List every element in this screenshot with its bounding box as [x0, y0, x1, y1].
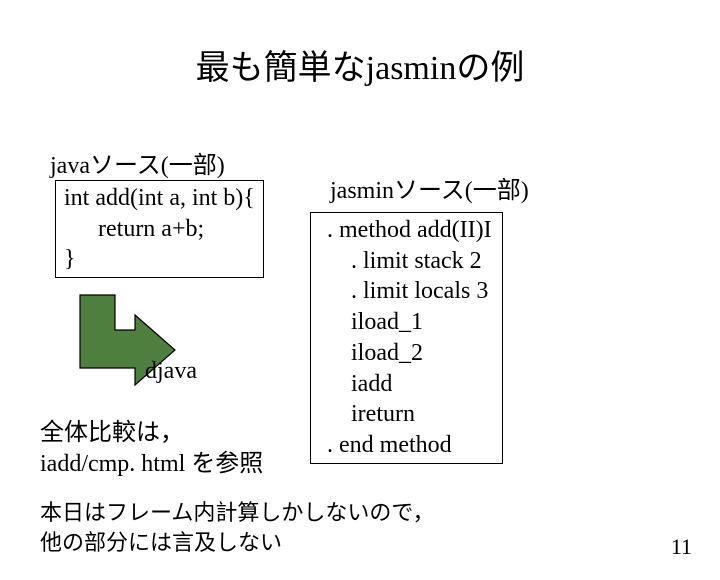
jasmin-source-label: jasminソース(一部) [330, 170, 529, 205]
jasmin-line-8: . end method [321, 430, 492, 461]
jasmin-line-3: . limit locals 3 [321, 276, 492, 307]
java-source-box: int add(int a, int b){ return a+b; } [55, 180, 264, 278]
djava-label: djava [145, 358, 197, 385]
slide-title: 最も簡単なjasminの例 [0, 40, 720, 89]
jasmin-line-2: . limit stack 2 [321, 246, 492, 277]
jasmin-line-1: . method add(II)I [321, 215, 492, 246]
jasmin-line-7: ireturn [321, 399, 492, 430]
page-number: 11 [671, 534, 692, 560]
jasmin-source-box: . method add(II)I . limit stack 2 . limi… [310, 212, 503, 464]
reference-line-2: iadd/cmp. html を参照 [40, 451, 263, 477]
reference-note: 全体比較は， iadd/cmp. html を参照 [40, 418, 263, 480]
footer-line-1: 本日はフレーム内計算しかしないので， [40, 500, 434, 525]
java-source-label: javaソース(一部) [50, 145, 225, 180]
jasmin-line-5: iload_2 [321, 338, 492, 369]
footer-note: 本日はフレーム内計算しかしないので， 他の部分には言及しない [40, 498, 434, 557]
reference-line-1: 全体比較は， [40, 420, 184, 446]
java-line-2: return a+b; [64, 214, 255, 245]
java-line-1: int add(int a, int b){ [64, 185, 255, 211]
footer-line-2: 他の部分には言及しない [40, 530, 282, 555]
jasmin-line-6: iadd [321, 369, 492, 400]
jasmin-line-4: iload_1 [321, 307, 492, 338]
java-line-3: } [64, 246, 76, 272]
